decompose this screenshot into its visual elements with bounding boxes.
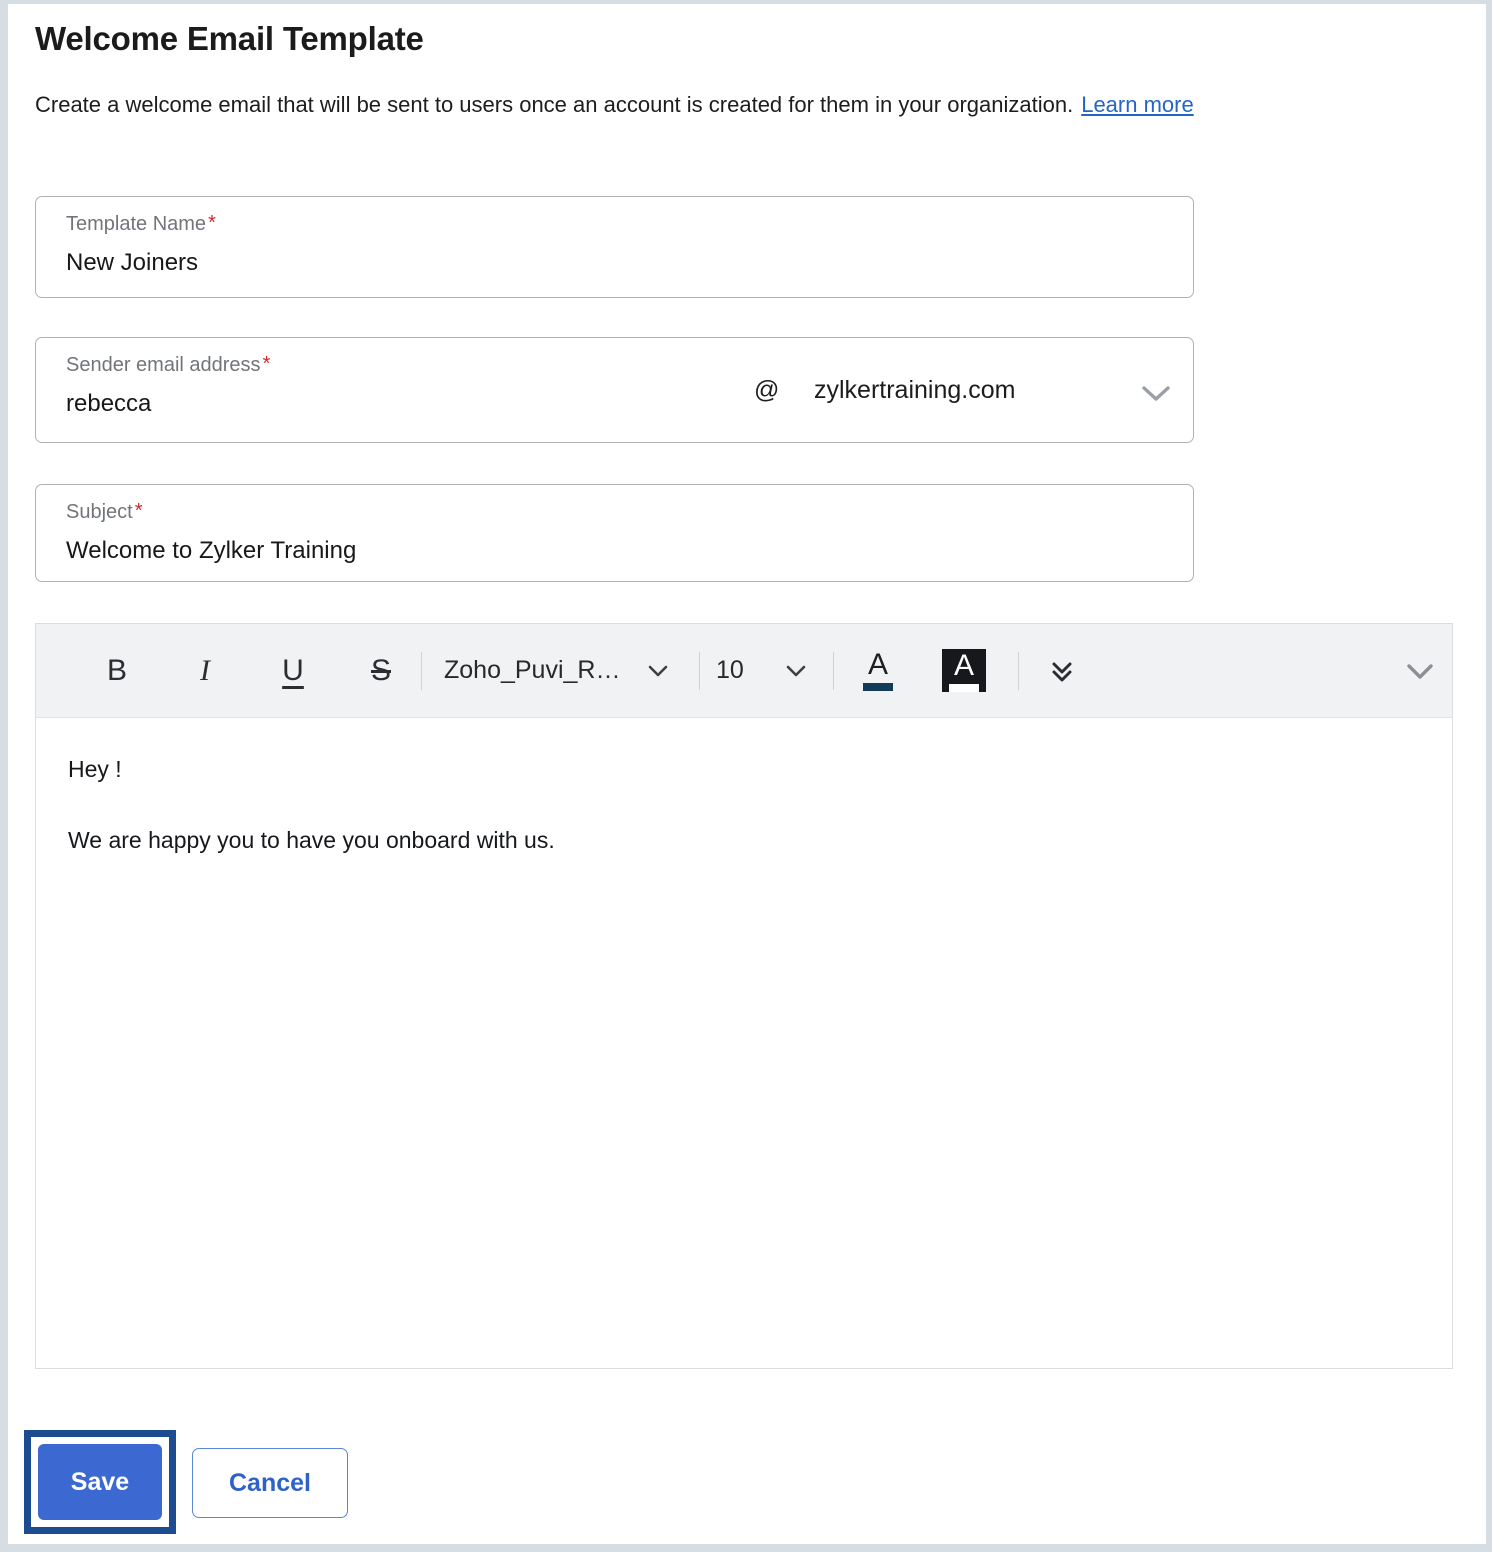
font-size-select[interactable]: 10 bbox=[716, 624, 776, 717]
required-marker: * bbox=[134, 500, 143, 522]
template-editor-page: Welcome Email Template Create a welcome … bbox=[8, 4, 1486, 1544]
sender-email-field[interactable]: Sender email address* @ zylkertraining.c… bbox=[35, 337, 1194, 443]
font-color-swatch bbox=[863, 683, 893, 691]
toolbar-separator bbox=[833, 652, 834, 690]
font-size-chevron-down-icon[interactable] bbox=[774, 624, 818, 717]
chevron-down-icon[interactable] bbox=[1136, 380, 1176, 406]
page-description: Create a welcome email that will be sent… bbox=[35, 92, 1194, 118]
subject-label: Subject * bbox=[66, 501, 143, 524]
underline-button[interactable]: U bbox=[264, 624, 322, 717]
strikethrough-button[interactable]: S bbox=[352, 624, 410, 717]
required-marker: * bbox=[208, 212, 216, 234]
font-family-chevron-down-icon[interactable] bbox=[636, 624, 680, 717]
highlight-letter: A bbox=[953, 649, 974, 682]
italic-icon: I bbox=[200, 653, 210, 687]
editor-toolbar: B I U S Zoho_Puvi_R… 10 A A bbox=[36, 624, 1452, 718]
subject-label-text: Subject bbox=[66, 501, 133, 523]
underline-icon: U bbox=[282, 653, 304, 687]
required-marker: * bbox=[262, 353, 271, 375]
highlight-swatch bbox=[949, 684, 979, 692]
toolbar-separator bbox=[699, 652, 700, 690]
font-color-button[interactable]: A bbox=[852, 624, 904, 717]
text-highlight-button[interactable]: A bbox=[938, 624, 990, 717]
double-chevron-down-icon[interactable] bbox=[1036, 624, 1088, 717]
bold-button[interactable]: B bbox=[88, 624, 146, 717]
rich-text-editor: B I U S Zoho_Puvi_R… 10 A A Hey ! We are… bbox=[35, 623, 1453, 1369]
email-body-line-1: Hey ! bbox=[68, 756, 122, 782]
cancel-button[interactable]: Cancel bbox=[192, 1448, 348, 1518]
email-body-editable[interactable]: Hey ! We are happy you to have you onboa… bbox=[36, 718, 1452, 1368]
page-title: Welcome Email Template bbox=[35, 20, 424, 57]
bold-icon: B bbox=[106, 653, 127, 687]
template-name-field[interactable]: Template Name * bbox=[35, 196, 1194, 298]
save-button[interactable]: Save bbox=[38, 1444, 162, 1520]
font-color-letter: A bbox=[867, 648, 888, 681]
template-name-label: Template Name * bbox=[66, 213, 216, 236]
text-highlight-icon: A bbox=[942, 649, 986, 692]
font-color-icon: A bbox=[861, 650, 895, 691]
sender-email-label-text: Sender email address bbox=[66, 354, 261, 376]
template-name-label-text: Template Name bbox=[66, 213, 207, 235]
toolbar-separator bbox=[1018, 652, 1019, 690]
toolbar-separator bbox=[421, 652, 422, 690]
learn-more-link[interactable]: Learn more bbox=[1081, 92, 1194, 117]
email-body-line-2: We are happy you to have you onboard wit… bbox=[68, 826, 555, 853]
template-name-input[interactable] bbox=[66, 249, 666, 277]
italic-button[interactable]: I bbox=[176, 624, 234, 717]
page-description-text: Create a welcome email that will be sent… bbox=[35, 92, 1074, 117]
at-symbol: @ bbox=[754, 376, 780, 404]
subject-input[interactable] bbox=[66, 537, 666, 565]
sender-domain-value[interactable]: zylkertraining.com bbox=[814, 376, 1015, 405]
sender-email-label: Sender email address * bbox=[66, 354, 270, 377]
strikethrough-icon: S bbox=[370, 653, 391, 687]
subject-field[interactable]: Subject * bbox=[35, 484, 1194, 582]
sender-email-input[interactable] bbox=[66, 390, 666, 418]
expand-toolbar-chevron-down-icon[interactable] bbox=[1394, 624, 1446, 717]
save-button-focus-ring: Save bbox=[24, 1430, 176, 1534]
